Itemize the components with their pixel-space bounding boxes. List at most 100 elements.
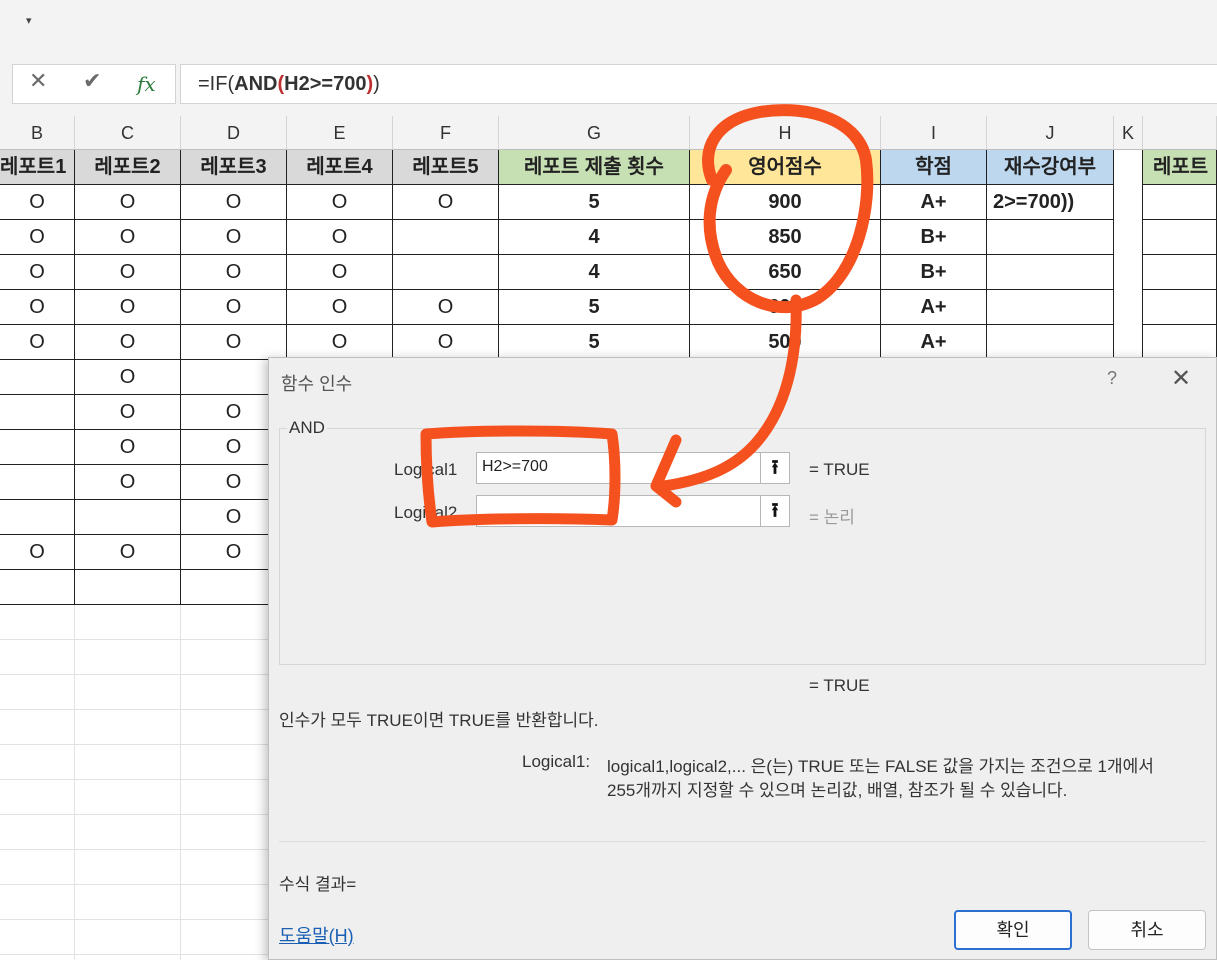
empty-cell[interactable]	[1114, 150, 1143, 185]
table-cell[interactable]: 5	[499, 185, 690, 220]
insert-function-icon[interactable]: fx	[137, 72, 156, 96]
table-cell[interactable]: O	[181, 255, 287, 290]
table-cell[interactable]: A+	[881, 325, 987, 360]
empty-cell[interactable]	[75, 640, 181, 675]
table-cell[interactable]	[1143, 220, 1217, 255]
table-cell[interactable]	[393, 255, 499, 290]
cancel-button[interactable]: 취소	[1088, 910, 1206, 950]
table-cell[interactable]: O	[0, 535, 75, 570]
table-cell[interactable]	[1114, 290, 1143, 325]
table-cell[interactable]	[75, 570, 181, 605]
table-cell[interactable]: O	[75, 430, 181, 465]
collapse-dialog-icon[interactable]: ⭱	[760, 495, 790, 527]
table-cell[interactable]	[0, 360, 75, 395]
table-cell[interactable]	[1143, 185, 1217, 220]
table-cell[interactable]: 850	[690, 220, 881, 255]
table-cell[interactable]	[1114, 255, 1143, 290]
table-cell[interactable]: O	[393, 290, 499, 325]
column-header[interactable]: H	[690, 116, 881, 150]
table-cell[interactable]: O	[75, 185, 181, 220]
table-cell[interactable]: 4	[499, 255, 690, 290]
table-cell[interactable]: O	[75, 395, 181, 430]
table-cell[interactable]: O	[287, 325, 393, 360]
table-cell[interactable]: 900	[690, 185, 881, 220]
header-cell[interactable]: 레포트3	[181, 150, 287, 185]
header-cell[interactable]: 레포트5	[393, 150, 499, 185]
table-cell[interactable]: O	[75, 255, 181, 290]
header-cell[interactable]: 레포트4	[287, 150, 393, 185]
empty-cell[interactable]	[75, 675, 181, 710]
column-header[interactable]: J	[987, 116, 1114, 150]
help-icon[interactable]: ?	[1107, 368, 1117, 389]
header-cell[interactable]: 재수강여부	[987, 150, 1114, 185]
table-cell[interactable]	[1143, 255, 1217, 290]
table-cell[interactable]: O	[393, 185, 499, 220]
column-header[interactable]: C	[75, 116, 181, 150]
column-header[interactable]	[1143, 116, 1217, 150]
table-cell[interactable]	[987, 255, 1114, 290]
column-header[interactable]: D	[181, 116, 287, 150]
table-cell[interactable]: O	[181, 185, 287, 220]
table-cell[interactable]	[0, 465, 75, 500]
table-cell[interactable]	[987, 325, 1114, 360]
table-cell[interactable]: O	[75, 290, 181, 325]
empty-cell[interactable]	[75, 955, 181, 960]
table-cell[interactable]	[1114, 325, 1143, 360]
table-cell[interactable]	[75, 500, 181, 535]
table-cell[interactable]: O	[0, 290, 75, 325]
empty-cell[interactable]	[0, 920, 75, 955]
table-cell[interactable]: O	[287, 185, 393, 220]
table-cell[interactable]	[393, 220, 499, 255]
table-cell[interactable]: O	[0, 255, 75, 290]
cancel-icon[interactable]: ✕	[29, 69, 47, 94]
table-cell[interactable]: O	[0, 325, 75, 360]
header-cell[interactable]: 레포트 제출 횟수	[499, 150, 690, 185]
table-cell[interactable]: O	[75, 325, 181, 360]
empty-cell[interactable]	[75, 885, 181, 920]
table-cell[interactable]: 600	[690, 290, 881, 325]
empty-cell[interactable]	[0, 745, 75, 780]
column-header[interactable]: I	[881, 116, 987, 150]
enter-icon[interactable]: ✔	[83, 69, 101, 94]
table-cell[interactable]: O	[393, 325, 499, 360]
header-cell[interactable]: 레포트2	[75, 150, 181, 185]
empty-cell[interactable]	[75, 850, 181, 885]
table-cell[interactable]: O	[181, 290, 287, 325]
column-header[interactable]: B	[0, 116, 75, 150]
empty-cell[interactable]	[0, 780, 75, 815]
logical2-input[interactable]	[476, 495, 762, 527]
empty-cell[interactable]	[75, 920, 181, 955]
empty-cell[interactable]	[75, 745, 181, 780]
table-cell[interactable]: O	[0, 220, 75, 255]
empty-cell[interactable]	[75, 780, 181, 815]
table-cell[interactable]	[0, 570, 75, 605]
table-cell[interactable]: O	[0, 185, 75, 220]
empty-cell[interactable]	[75, 605, 181, 640]
column-header[interactable]: F	[393, 116, 499, 150]
header-cell[interactable]: 학점	[881, 150, 987, 185]
table-cell[interactable]: 5	[499, 290, 690, 325]
table-cell[interactable]: O	[181, 220, 287, 255]
empty-cell[interactable]	[0, 605, 75, 640]
empty-cell[interactable]	[0, 850, 75, 885]
table-cell[interactable]	[1143, 290, 1217, 325]
column-header[interactable]: K	[1114, 116, 1143, 150]
table-cell[interactable]: 2>=700))	[987, 185, 1114, 220]
empty-cell[interactable]	[0, 710, 75, 745]
column-header[interactable]: E	[287, 116, 393, 150]
table-cell[interactable]	[1114, 185, 1143, 220]
table-cell[interactable]: B+	[881, 255, 987, 290]
table-cell[interactable]: 650	[690, 255, 881, 290]
empty-cell[interactable]	[0, 885, 75, 920]
table-cell[interactable]	[1143, 325, 1217, 360]
close-icon[interactable]: ✕	[1171, 364, 1191, 393]
column-header[interactable]: G	[499, 116, 690, 150]
empty-cell[interactable]	[0, 675, 75, 710]
table-cell[interactable]	[987, 220, 1114, 255]
empty-cell[interactable]	[75, 815, 181, 850]
table-cell[interactable]	[0, 430, 75, 465]
table-cell[interactable]: O	[287, 255, 393, 290]
header-cell[interactable]: 레포트	[1143, 150, 1217, 185]
table-cell[interactable]: 4	[499, 220, 690, 255]
table-cell[interactable]: O	[75, 535, 181, 570]
